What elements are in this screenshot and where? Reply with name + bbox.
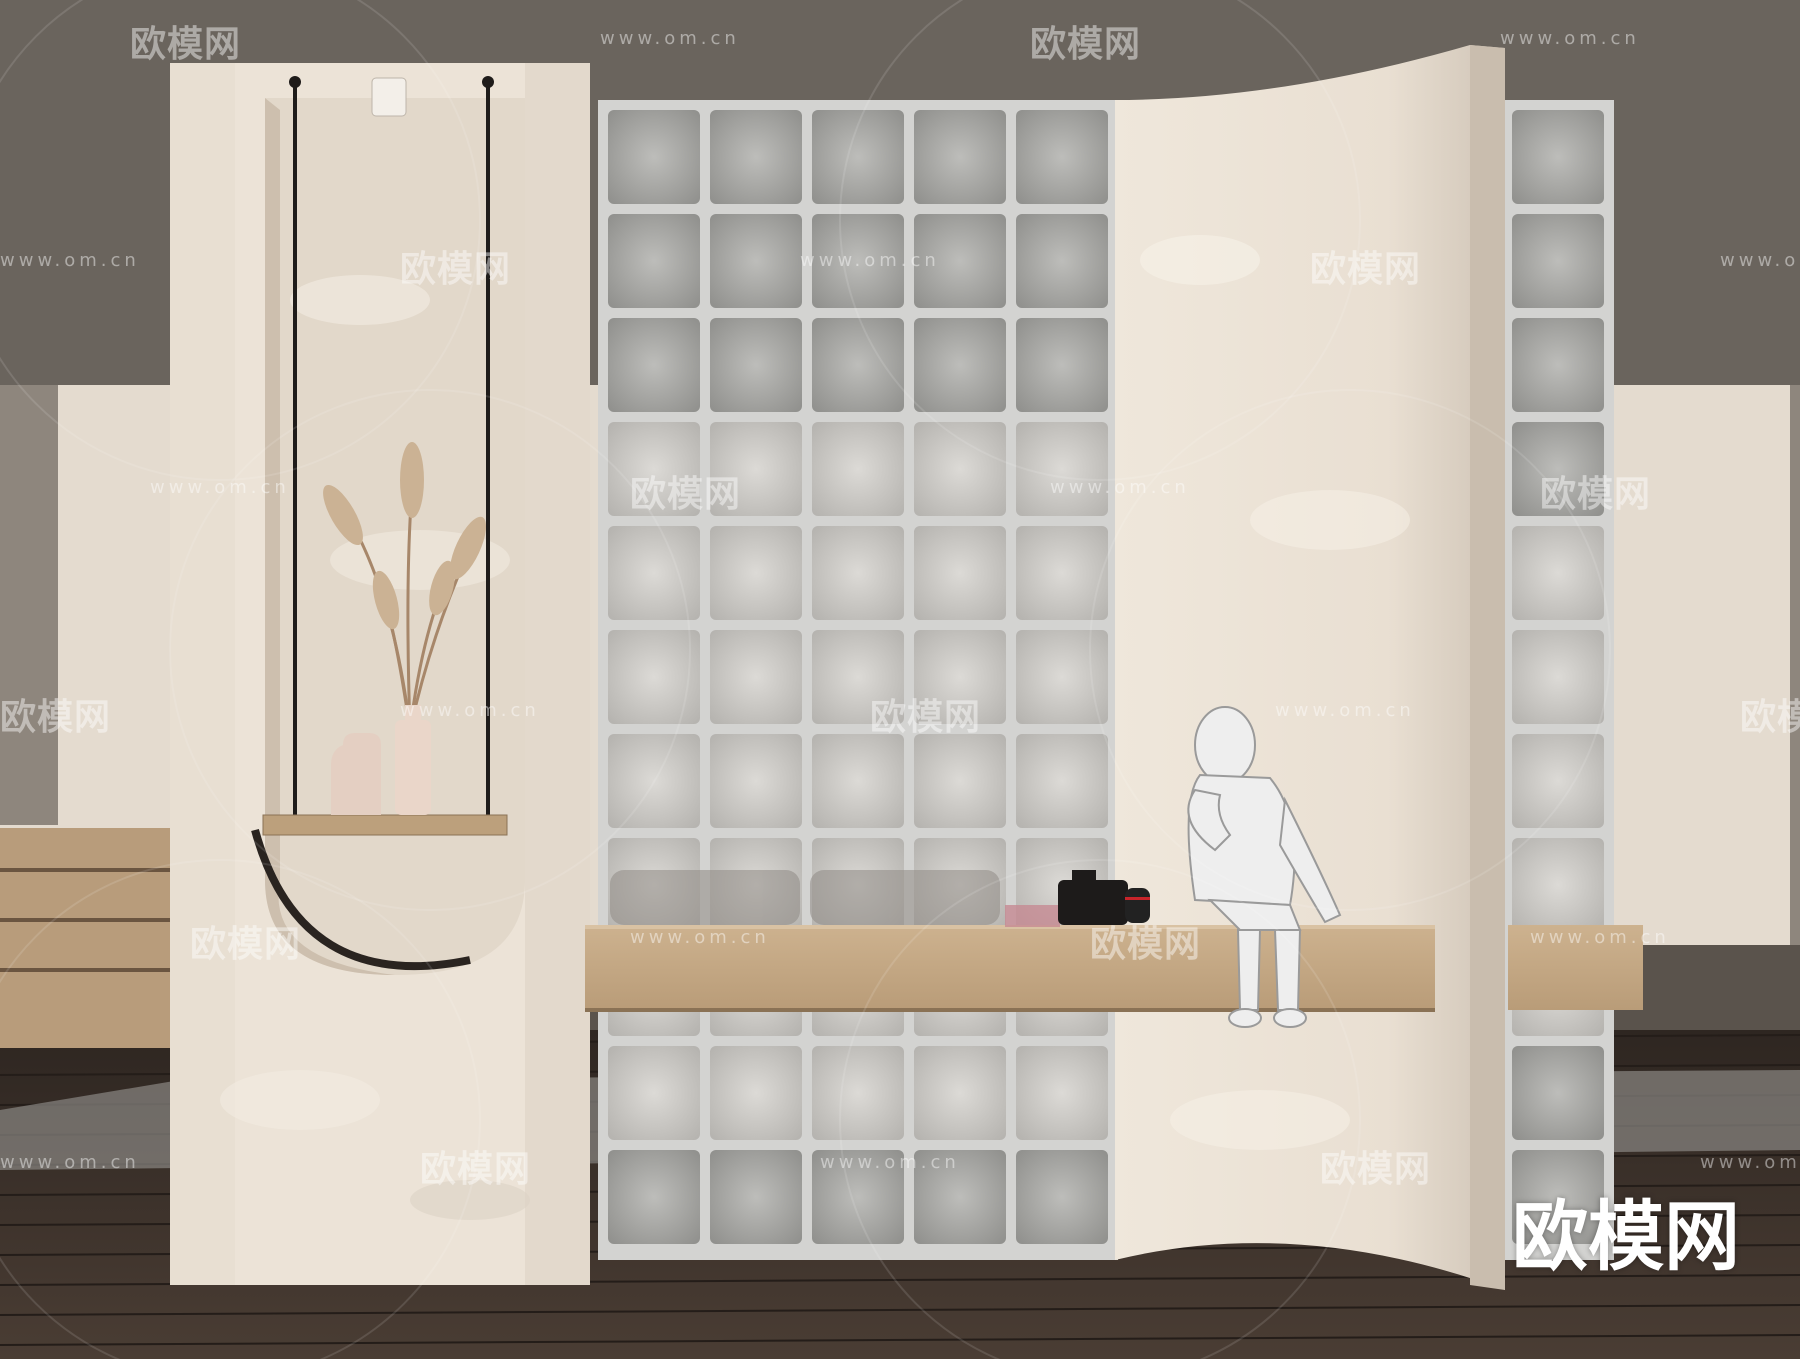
glass-block <box>1512 526 1604 620</box>
watermark-brand: 欧模网 <box>1540 474 1652 515</box>
watermark-brand: 欧模网 <box>1030 24 1142 65</box>
glass-blocks <box>608 110 1108 1244</box>
watermark-url: www.om.cn <box>0 250 140 271</box>
glass-block <box>1512 214 1604 308</box>
watermark-url: www.om.cn <box>1700 1152 1800 1173</box>
glass-block <box>1016 630 1108 724</box>
glass-block <box>1512 110 1604 204</box>
glass-block <box>1016 1150 1108 1244</box>
glass-block <box>914 110 1006 204</box>
watermark-url: www.om.cn <box>1720 250 1800 271</box>
glass-block <box>914 422 1006 516</box>
watermark-brand: 欧模网 <box>130 24 242 65</box>
watermark-url: www.om.cn <box>1050 477 1190 498</box>
hanging-shelf <box>262 814 508 836</box>
corner-brand-logo: 欧模网 <box>1512 1192 1740 1281</box>
glass-block <box>914 734 1006 828</box>
watermark-url: www.om.cn <box>800 250 940 271</box>
interior-scene: 欧模网 www.om.cn 欧模网 www.om.cn www.om.cn 欧模… <box>0 0 1800 1359</box>
glass-block <box>1016 734 1108 828</box>
watermark-brand: 欧模网 <box>0 697 112 738</box>
glass-block <box>710 214 802 308</box>
watermark-brand: 欧模网 <box>1310 249 1422 290</box>
watermark-brand: 欧模网 <box>190 924 302 965</box>
glass-block <box>1512 1046 1604 1140</box>
watermark-url: www.om.cn <box>1500 28 1640 49</box>
glass-block <box>608 318 700 412</box>
back-wall-shadow-right <box>1790 385 1800 945</box>
glass-block <box>914 526 1006 620</box>
watermark-brand: 欧模网 <box>400 249 512 290</box>
glass-block <box>812 422 904 516</box>
watermark-brand: 欧模网 <box>1740 697 1800 738</box>
glass-block <box>710 1150 802 1244</box>
watermark-brand: 欧模网 <box>1090 924 1202 965</box>
watermark-url: www.om.cn <box>400 700 540 721</box>
glass-block <box>812 734 904 828</box>
glass-block <box>1512 838 1604 932</box>
glass-block <box>710 734 802 828</box>
plaster-arch-wall <box>170 63 590 1285</box>
glass-block <box>1016 422 1108 516</box>
glass-block <box>1016 318 1108 412</box>
glass-block <box>710 1046 802 1140</box>
glass-block <box>812 526 904 620</box>
watermark-url: www.om.cn <box>0 1152 140 1173</box>
left-wood-steps <box>0 828 175 1048</box>
watermark-brand: 欧模网 <box>870 697 982 738</box>
glass-block <box>1016 214 1108 308</box>
glass-block <box>710 630 802 724</box>
curved-plaster-wall <box>1115 45 1505 1290</box>
ceiling-light <box>371 77 407 117</box>
glass-block <box>710 526 802 620</box>
watermark-url: www.om.cn <box>1275 700 1415 721</box>
glass-block <box>710 110 802 204</box>
glass-block <box>608 214 700 308</box>
watermark-url: www.om.cn <box>1530 927 1670 948</box>
watermark-url: www.om.cn <box>630 927 770 948</box>
glass-block <box>914 318 1006 412</box>
glass-block <box>608 1150 700 1244</box>
back-wall-shadow-left <box>0 385 58 825</box>
glass-block <box>608 110 700 204</box>
watermark-url: www.om.cn <box>820 1152 960 1173</box>
glass-block <box>608 630 700 724</box>
glass-block <box>914 1046 1006 1140</box>
glass-block <box>1016 1046 1108 1140</box>
glass-strip <box>1512 110 1604 1244</box>
watermark-brand: 欧模网 <box>630 474 742 515</box>
watermark-url: www.om.cn <box>150 477 290 498</box>
glass-block <box>1512 630 1604 724</box>
glass-block <box>1016 110 1108 204</box>
glass-block <box>812 1046 904 1140</box>
watermark-brand: 欧模网 <box>1320 1149 1432 1190</box>
glass-block <box>608 1046 700 1140</box>
glass-block <box>1512 318 1604 412</box>
watermark-brand: 欧模网 <box>420 1149 532 1190</box>
watermark-url: www.om.cn <box>600 28 740 49</box>
glass-block <box>812 318 904 412</box>
glass-block <box>710 318 802 412</box>
